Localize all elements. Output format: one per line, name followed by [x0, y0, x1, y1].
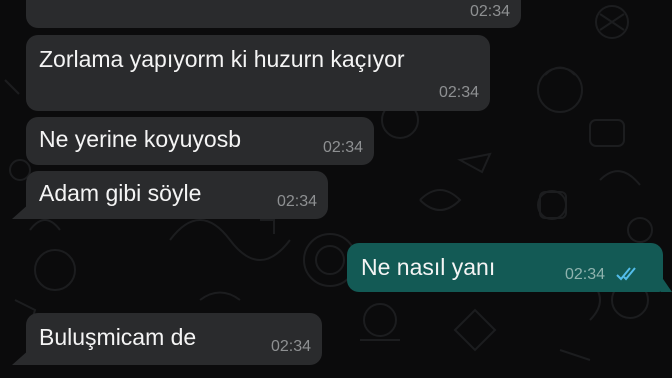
message-bubble-incoming[interactable]: Adam gibi söyle 02:34: [26, 171, 328, 219]
read-double-check-icon: [616, 267, 636, 281]
message-timestamp: 02:34: [270, 338, 311, 355]
bubble-tail-incoming: [12, 349, 30, 365]
message-text: Ne yerine koyuyosb: [39, 126, 241, 152]
message-timestamp: 02:34: [469, 3, 510, 20]
message-timestamp: 02:34: [564, 266, 605, 283]
message-text: Zorlama yapıyorm ki huzurn kaçıyor: [39, 46, 405, 72]
message-bubble-incoming[interactable]: Zorlama yapıyorm ki huzurn kaçıyor 02:34: [26, 35, 490, 111]
bubble-tail-incoming: [12, 203, 30, 219]
message-timestamp: 02:34: [276, 193, 317, 210]
message-bubble-incoming[interactable]: Buluşmicam de 02:34: [26, 313, 322, 365]
message-timestamp: 02:34: [322, 139, 363, 156]
message-text: Ne nasıl yanı: [361, 254, 496, 280]
message-bubble-incoming[interactable]: 02:34: [26, 0, 521, 28]
message-bubble-incoming[interactable]: Ne yerine koyuyosb 02:34: [26, 117, 374, 165]
message-text: Buluşmicam de: [39, 324, 197, 350]
message-timestamp: 02:34: [438, 84, 479, 101]
bubble-tail-outgoing: [661, 276, 672, 292]
message-bubble-outgoing[interactable]: Ne nasıl yanı 02:34: [347, 243, 663, 292]
message-text: Adam gibi söyle: [39, 180, 202, 206]
